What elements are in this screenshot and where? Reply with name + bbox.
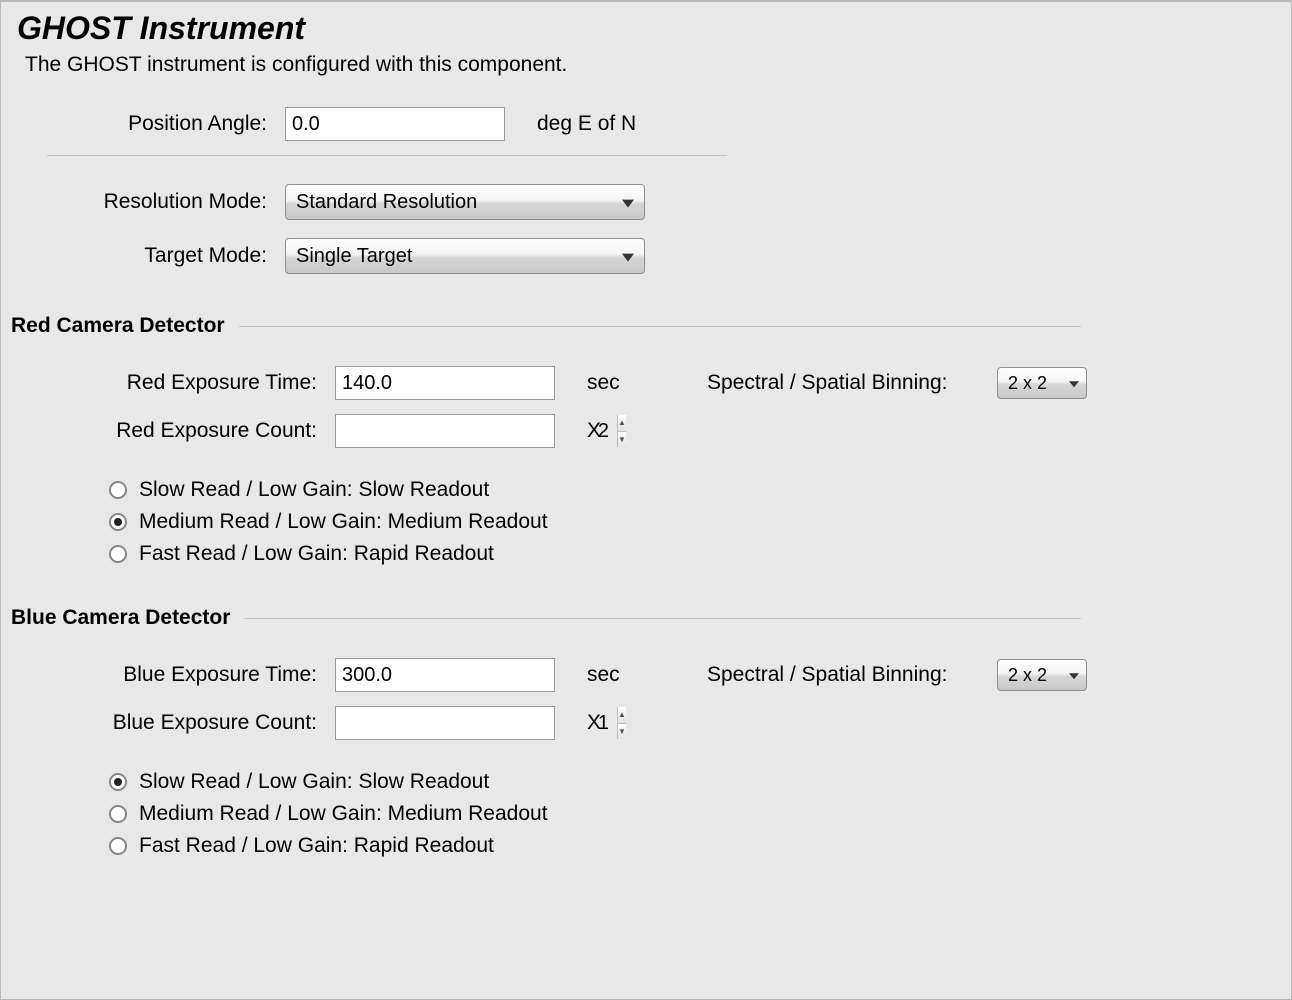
blue-readout-radio-group: Slow Read / Low Gain: Slow Readout Medium… (109, 770, 1081, 858)
page-title: GHOST Instrument (17, 10, 1281, 47)
chevron-down-icon (622, 200, 634, 208)
blue-detector-section: Blue Camera Detector Blue Exposure Time:… (11, 606, 1081, 858)
divider (47, 155, 727, 156)
blue-readout-label: Fast Read / Low Gain: Rapid Readout (139, 834, 494, 858)
red-exposure-count-label: Red Exposure Count: (61, 419, 335, 443)
section-divider (244, 618, 1081, 619)
position-angle-unit: deg E of N (515, 112, 697, 136)
resolution-mode-select[interactable]: Standard Resolution (285, 184, 645, 220)
radio-icon[interactable] (109, 481, 127, 499)
blue-exposure-count-unit: X (565, 711, 647, 735)
section-divider (239, 326, 1081, 327)
red-exposure-count-stepper[interactable]: ▲ ▼ (335, 414, 555, 448)
red-section-title: Red Camera Detector (11, 314, 239, 338)
position-angle-input[interactable] (285, 107, 505, 141)
blue-binning-label: Spectral / Spatial Binning: (707, 663, 997, 687)
blue-binning-select[interactable]: 2 x 2 (997, 659, 1087, 691)
radio-icon[interactable] (109, 837, 127, 855)
red-detector-section: Red Camera Detector Red Exposure Time: s… (11, 314, 1081, 566)
red-binning-value: 2 x 2 (1008, 373, 1047, 394)
blue-readout-label: Slow Read / Low Gain: Slow Readout (139, 770, 489, 794)
red-readout-radio-group: Slow Read / Low Gain: Slow Readout Medium… (109, 478, 1081, 566)
red-readout-label: Medium Read / Low Gain: Medium Readout (139, 510, 548, 534)
blue-section-title: Blue Camera Detector (11, 606, 244, 630)
red-binning-select[interactable]: 2 x 2 (997, 367, 1087, 399)
red-readout-option[interactable]: Fast Read / Low Gain: Rapid Readout (109, 542, 1081, 566)
red-binning-label: Spectral / Spatial Binning: (707, 371, 997, 395)
radio-icon[interactable] (109, 545, 127, 563)
position-angle-label: Position Angle: (47, 112, 285, 136)
target-mode-value: Single Target (296, 245, 412, 268)
top-form: Position Angle: deg E of N Resolution Mo… (47, 107, 1281, 274)
red-readout-option[interactable]: Slow Read / Low Gain: Slow Readout (109, 478, 1081, 502)
radio-icon[interactable] (109, 805, 127, 823)
target-mode-label: Target Mode: (47, 244, 285, 268)
red-exposure-count-unit: X (565, 419, 647, 443)
red-readout-label: Fast Read / Low Gain: Rapid Readout (139, 542, 494, 566)
red-readout-label: Slow Read / Low Gain: Slow Readout (139, 478, 489, 502)
target-mode-select[interactable]: Single Target (285, 238, 645, 274)
radio-icon[interactable] (109, 513, 127, 531)
blue-binning-value: 2 x 2 (1008, 665, 1047, 686)
red-readout-option[interactable]: Medium Read / Low Gain: Medium Readout (109, 510, 1081, 534)
blue-readout-option[interactable]: Medium Read / Low Gain: Medium Readout (109, 802, 1081, 826)
chevron-down-icon (1069, 381, 1079, 387)
blue-exposure-time-input[interactable] (335, 658, 555, 692)
red-exposure-time-unit: sec (565, 371, 647, 395)
resolution-mode-value: Standard Resolution (296, 191, 477, 214)
chevron-down-icon (1069, 673, 1079, 679)
blue-readout-option[interactable]: Slow Read / Low Gain: Slow Readout (109, 770, 1081, 794)
blue-exposure-count-stepper[interactable]: ▲ ▼ (335, 706, 555, 740)
radio-icon[interactable] (109, 773, 127, 791)
chevron-down-icon (622, 254, 634, 262)
red-exposure-time-input[interactable] (335, 366, 555, 400)
blue-exposure-time-unit: sec (565, 663, 647, 687)
blue-exposure-time-label: Blue Exposure Time: (61, 663, 335, 687)
blue-readout-label: Medium Read / Low Gain: Medium Readout (139, 802, 548, 826)
page-description: The GHOST instrument is configured with … (25, 53, 1281, 77)
red-exposure-time-label: Red Exposure Time: (61, 371, 335, 395)
resolution-mode-label: Resolution Mode: (47, 190, 285, 214)
ghost-instrument-panel: GHOST Instrument The GHOST instrument is… (0, 0, 1292, 1000)
blue-readout-option[interactable]: Fast Read / Low Gain: Rapid Readout (109, 834, 1081, 858)
blue-exposure-count-label: Blue Exposure Count: (61, 711, 335, 735)
